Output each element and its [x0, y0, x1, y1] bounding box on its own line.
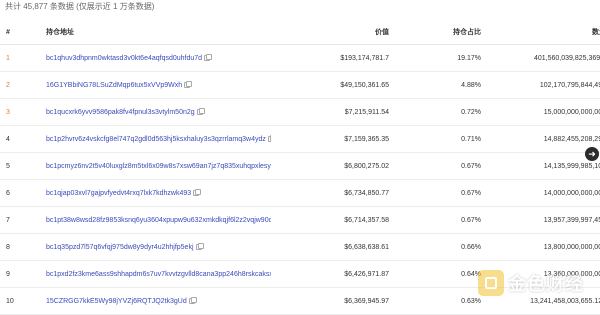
row-percent: 4.88%	[389, 71, 481, 99]
row-rank: 8	[0, 233, 46, 261]
row-rank: 5	[0, 152, 46, 180]
col-rank-header: #	[0, 20, 46, 45]
copy-icon[interactable]	[193, 188, 202, 196]
row-quantity: 13,360,000,000,000	[481, 260, 600, 288]
arrow-right-icon: ➜	[588, 149, 596, 159]
row-value: $193,174,781.7	[271, 44, 389, 72]
copy-icon[interactable]	[184, 80, 193, 88]
row-quantity: 14,135,999,985,108	[481, 152, 600, 180]
record-count-summary: 共计 45,877 条数据 (仅展示近 1 万条数据)	[5, 2, 155, 11]
row-quantity: 15,000,000,000,000	[481, 98, 600, 126]
copy-icon[interactable]	[188, 296, 197, 304]
copy-icon[interactable]	[195, 242, 204, 250]
table-row: 4 bc1p2hvrv6z4vskcfg8el747q2gdl0d563hj5ks…	[0, 125, 600, 153]
col-percent-header[interactable]: 持仓占比	[389, 20, 481, 45]
row-percent: 0.67%	[389, 179, 481, 207]
table-row: 8 bc1q35pzd7l57q6vfqj975dw8y9dyr4u2hhjfp5…	[0, 233, 600, 261]
table-row: 1 bc1qhuv3dhpnm0wktasd3v0kt6e4aqfqsd0uhfd…	[0, 44, 600, 72]
row-value: $7,215,911.54	[271, 98, 389, 126]
copy-icon[interactable]	[196, 107, 205, 115]
row-address-cell: bc1qhuv3dhpnm0wktasd3v0kt6e4aqfqsd0uhfdu…	[46, 44, 271, 72]
row-percent: 0.71%	[389, 125, 481, 153]
row-address-cell: bc1qucxrk6yvv9586pak8fv4fpnul3s3vtylm50n…	[46, 98, 271, 126]
holder-address-link[interactable]: bc1qucxrk6yvv9586pak8fv4fpnul3s3vtylm50n…	[46, 109, 195, 116]
table-row: 3 bc1qucxrk6yvv9586pak8fv4fpnul3s3vtylm50…	[0, 98, 600, 126]
row-rank: 3	[0, 98, 46, 126]
row-percent: 0.72%	[389, 98, 481, 126]
row-value: $6,638,638.61	[271, 233, 389, 261]
row-value: $6,714,357.58	[271, 206, 389, 234]
table-row: 5 bc1pcmyz6nv2t5v40luxglz8m5txl6x09w8s7xs…	[0, 152, 600, 180]
col-quantity-header[interactable]: 数量	[481, 20, 600, 45]
row-value: $6,369,945.97	[271, 287, 389, 315]
holder-address-link[interactable]: bc1qhuv3dhpnm0wktasd3v0kt6e4aqfqsd0uhfdu…	[46, 55, 202, 62]
row-quantity: 401,560,039,825,369.2	[481, 44, 600, 72]
row-address-cell: 16G1YBbiNG78LSuZdMqp6tux5xVVp9Wxh	[46, 71, 271, 99]
row-quantity: 13,241,458,003,655.125	[481, 287, 600, 315]
row-address-cell: bc1pxd2fz3kme6ass9shhapdm6s7uv7kvvtzgvll…	[46, 260, 271, 288]
row-percent: 0.64%	[389, 260, 481, 288]
row-value: $7,159,365.35	[271, 125, 389, 153]
row-address-cell: bc1pt38w8wsd28fz9853ksnq6yu3604xpupw9u63…	[46, 206, 271, 234]
holder-table: # 持仓地址 价值 持仓占比 数量 1bc1qhuv3dhpnm0wktasd3…	[0, 20, 600, 315]
row-rank: 1	[0, 44, 46, 72]
table-row: 10 15CZRGG7kkE5Wy98jYVZj6RQTJQ2tk3gUd $6,3…	[0, 287, 600, 315]
row-rank: 9	[0, 260, 46, 288]
copy-icon[interactable]	[267, 134, 271, 142]
table-row: 7 bc1pt38w8wsd28fz9853ksnq6yu3604xpupw9u6…	[0, 206, 600, 234]
row-percent: 0.66%	[389, 233, 481, 261]
col-value-header[interactable]: 价值	[271, 20, 389, 45]
row-rank: 4	[0, 125, 46, 153]
row-address-cell: 15CZRGG7kkE5Wy98jYVZj6RQTJQ2tk3gUd	[46, 287, 271, 315]
row-percent: 0.67%	[389, 206, 481, 234]
row-quantity: 102,170,795,844,498	[481, 71, 600, 99]
copy-icon[interactable]	[204, 53, 213, 61]
row-quantity: 14,000,000,000,000	[481, 179, 600, 207]
row-quantity: 14,882,455,208,295	[481, 125, 600, 153]
row-rank: 7	[0, 206, 46, 234]
row-address-cell: bc1p2hvrv6z4vskcfg8el747q2gdl0d563hj5ksx…	[46, 125, 271, 153]
row-quantity: 13,957,399,997,450	[481, 206, 600, 234]
table-row: 2 16G1YBbiNG78LSuZdMqp6tux5xVVp9Wxh $49,15…	[0, 71, 600, 99]
holder-address-link[interactable]: bc1q35pzd7l57q6vfqj975dw8y9dyr4u2hhjfp5e…	[46, 244, 194, 251]
row-address-cell: bc1qjap03xvl7gajpvfyedvt4rxq7lxk7kdhzwk4…	[46, 179, 271, 207]
table-header: # 持仓地址 价值 持仓占比 数量	[0, 20, 600, 45]
row-address-cell: bc1q35pzd7l57q6vfqj975dw8y9dyr4u2hhjfp5e…	[46, 233, 271, 261]
holder-address-link[interactable]: bc1qjap03xvl7gajpvfyedvt4rxq7lxk7kdhzwk4…	[46, 190, 191, 197]
row-percent: 19.17%	[389, 44, 481, 72]
holder-address-link[interactable]: bc1p2hvrv6z4vskcfg8el747q2gdl0d563hj5ksx…	[46, 136, 266, 143]
col-address-header: 持仓地址	[46, 20, 271, 45]
holder-address-link[interactable]: bc1pcmyz6nv2t5v40luxglz8m5txl6x09w8s7xsw…	[46, 163, 271, 170]
row-value: $6,426,971.87	[271, 260, 389, 288]
holder-address-link[interactable]: bc1pt38w8wsd28fz9853ksnq6yu3604xpupw9u63…	[46, 217, 271, 224]
table-row: 6 bc1qjap03xvl7gajpvfyedvt4rxq7lxk7kdhzwk…	[0, 179, 600, 207]
row-rank: 6	[0, 179, 46, 207]
table-row: 9 bc1pxd2fz3kme6ass9shhapdm6s7uv7kvvtzgvl…	[0, 260, 600, 288]
row-percent: 0.67%	[389, 152, 481, 180]
holder-address-link[interactable]: 15CZRGG7kkE5Wy98jYVZj6RQTJQ2tk3gUd	[46, 298, 187, 305]
holder-address-link[interactable]: bc1pxd2fz3kme6ass9shhapdm6s7uv7kvvtzgvll…	[46, 271, 271, 278]
row-rank: 2	[0, 71, 46, 99]
row-quantity: 13,800,000,000,000	[481, 233, 600, 261]
row-address-cell: bc1pcmyz6nv2t5v40luxglz8m5txl6x09w8s7xsw…	[46, 152, 271, 180]
row-value: $6,800,275.02	[271, 152, 389, 180]
holder-address-link[interactable]: 16G1YBbiNG78LSuZdMqp6tux5xVVp9Wxh	[46, 82, 182, 89]
row-percent: 0.63%	[389, 287, 481, 315]
row-value: $49,150,361.65	[271, 71, 389, 99]
row-value: $6,734,850.77	[271, 179, 389, 207]
row-rank: 10	[0, 287, 46, 315]
scroll-right-button[interactable]: ➜	[585, 147, 599, 161]
